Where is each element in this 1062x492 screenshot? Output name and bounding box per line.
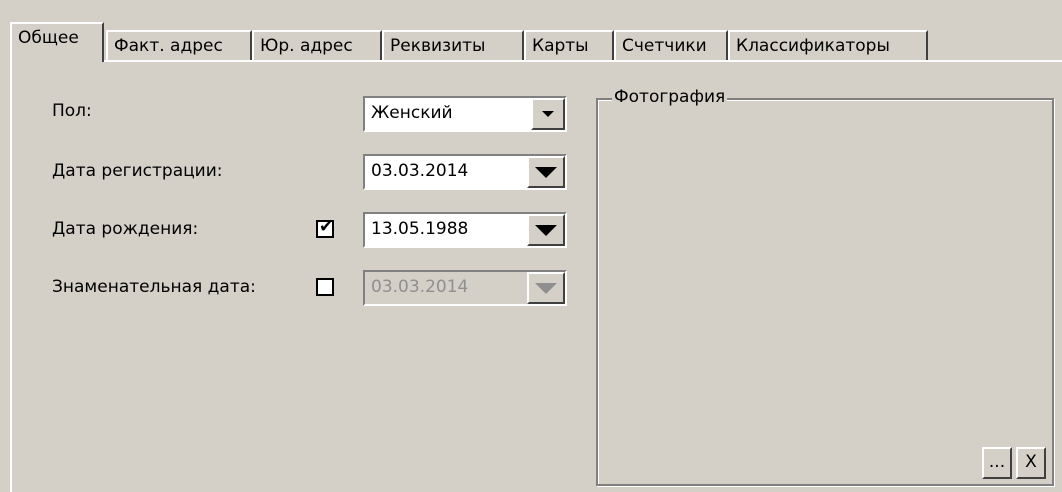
significant-date-dropdown-button bbox=[527, 272, 565, 304]
photo-clear-button[interactable]: X bbox=[1016, 447, 1046, 479]
tab-counters[interactable]: Счетчики bbox=[614, 30, 728, 60]
chevron-down-icon bbox=[535, 166, 557, 178]
gender-select[interactable]: Женский bbox=[363, 96, 567, 132]
tab-legal-address[interactable]: Юр. адрес bbox=[252, 30, 382, 60]
tab-cards[interactable]: Карты bbox=[524, 30, 614, 60]
registration-date-value: 03.03.2014 bbox=[371, 161, 469, 181]
chevron-down-icon bbox=[535, 282, 557, 294]
gender-value: Женский bbox=[371, 103, 453, 123]
significant-date-value: 03.03.2014 bbox=[371, 277, 469, 297]
registration-date-picker[interactable]: 03.03.2014 bbox=[363, 154, 567, 190]
birth-date-picker[interactable]: 13.05.1988 bbox=[363, 212, 567, 248]
photo-browse-button[interactable]: ... bbox=[982, 447, 1012, 479]
birth-date-label: Дата рождения: bbox=[52, 219, 199, 239]
tab-label: Карты bbox=[532, 36, 589, 56]
checkmark-icon: ✔ bbox=[319, 217, 334, 237]
gender-dropdown-button[interactable] bbox=[531, 98, 565, 130]
birth-date-checkbox[interactable]: ✔ bbox=[316, 217, 334, 238]
significant-date-checkbox[interactable] bbox=[316, 278, 334, 296]
gender-label: Пол: bbox=[52, 101, 92, 121]
registration-date-dropdown-button[interactable] bbox=[527, 156, 565, 188]
tab-classifiers[interactable]: Классификаторы bbox=[728, 30, 928, 60]
tab-label: Счетчики bbox=[622, 36, 707, 56]
birth-date-dropdown-button[interactable] bbox=[527, 214, 565, 246]
tab-label: Классификаторы bbox=[736, 36, 890, 56]
chevron-down-icon bbox=[542, 111, 554, 117]
tab-label: Юр. адрес bbox=[260, 36, 353, 56]
significant-date-label: Знаменательная дата: bbox=[52, 277, 256, 297]
tab-label: Общее bbox=[18, 28, 79, 48]
photo-group-title: Фотография bbox=[612, 86, 728, 108]
tab-label: Факт. адрес bbox=[114, 36, 223, 56]
registration-date-label: Дата регистрации: bbox=[52, 161, 223, 181]
chevron-down-icon bbox=[535, 224, 557, 236]
tab-actual-address[interactable]: Факт. адрес bbox=[106, 30, 252, 60]
significant-date-picker: 03.03.2014 bbox=[363, 270, 567, 306]
photo-group bbox=[596, 98, 1054, 486]
tab-requisites[interactable]: Реквизиты bbox=[382, 30, 524, 60]
birth-date-value: 13.05.1988 bbox=[371, 219, 469, 239]
tab-general[interactable]: Общее bbox=[10, 22, 104, 62]
tab-label: Реквизиты bbox=[390, 36, 486, 56]
